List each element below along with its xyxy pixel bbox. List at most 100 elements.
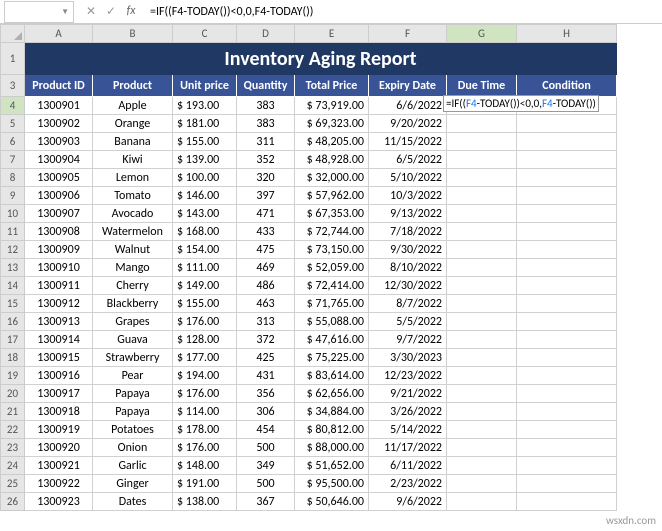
cell-quantity[interactable]: 397 xyxy=(237,187,295,205)
cell-product[interactable]: Avocado xyxy=(93,205,173,223)
cell-unit-price[interactable]: $ 176.00 xyxy=(173,313,237,331)
cell-total-price[interactable]: $ 71,765.00 xyxy=(295,295,369,313)
cell-product[interactable]: Walnut xyxy=(93,241,173,259)
row-header[interactable]: 24 xyxy=(1,457,25,475)
cell-quantity[interactable]: 500 xyxy=(237,475,295,493)
row-header[interactable]: 23 xyxy=(1,439,25,457)
cell-condition[interactable] xyxy=(517,475,617,493)
spreadsheet-grid[interactable]: A B C D E F G H 1 Inventory Aging Report… xyxy=(0,24,662,511)
cell-condition[interactable] xyxy=(517,151,617,169)
cell-expiry-date[interactable]: 11/15/2022 xyxy=(369,133,447,151)
cell-product-id[interactable]: 1300901 xyxy=(25,97,93,115)
cell-product[interactable]: Watermelon xyxy=(93,223,173,241)
cell-total-price[interactable]: $ 48,928.00 xyxy=(295,151,369,169)
cell-product[interactable]: Mango xyxy=(93,259,173,277)
cell-expiry-date[interactable]: 5/10/2022 xyxy=(369,169,447,187)
cell-quantity[interactable]: 349 xyxy=(237,457,295,475)
row-header[interactable]: 13 xyxy=(1,259,25,277)
cell-expiry-date[interactable]: 9/6/2022 xyxy=(369,493,447,511)
cell-condition[interactable] xyxy=(517,187,617,205)
col-header-G[interactable]: G xyxy=(447,25,517,43)
cell-unit-price[interactable]: $ 128.00 xyxy=(173,331,237,349)
cell-expiry-date[interactable]: 12/30/2022 xyxy=(369,277,447,295)
cell-due-time[interactable] xyxy=(447,493,517,511)
row-header[interactable]: 15 xyxy=(1,295,25,313)
cell-quantity[interactable]: 383 xyxy=(237,115,295,133)
row-header[interactable]: 17 xyxy=(1,331,25,349)
cell-unit-price[interactable]: $ 155.00 xyxy=(173,295,237,313)
cell-unit-price[interactable]: $ 178.00 xyxy=(173,421,237,439)
cell-total-price[interactable]: $ 72,744.00 xyxy=(295,223,369,241)
cell-unit-price[interactable]: $ 154.00 xyxy=(173,241,237,259)
row-header[interactable]: 7 xyxy=(1,151,25,169)
cell-unit-price[interactable]: $ 181.00 xyxy=(173,115,237,133)
cell-condition[interactable] xyxy=(517,403,617,421)
cell-total-price[interactable]: $ 51,652.00 xyxy=(295,457,369,475)
cell-unit-price[interactable]: $ 193.00 xyxy=(173,97,237,115)
name-box[interactable]: ▼ xyxy=(4,1,74,23)
cell-quantity[interactable]: 356 xyxy=(237,385,295,403)
cell-product[interactable]: Blackberry xyxy=(93,295,173,313)
cell-condition[interactable] xyxy=(517,133,617,151)
row-header[interactable]: 21 xyxy=(1,403,25,421)
cell-product[interactable]: Tomato xyxy=(93,187,173,205)
cell-total-price[interactable]: $ 47,616.00 xyxy=(295,331,369,349)
cell-condition[interactable] xyxy=(517,223,617,241)
cell-unit-price[interactable]: $ 176.00 xyxy=(173,439,237,457)
row-header[interactable]: 22 xyxy=(1,421,25,439)
cell-total-price[interactable]: $ 48,205.00 xyxy=(295,133,369,151)
cell-total-price[interactable]: $ 69,323.00 xyxy=(295,115,369,133)
cell-due-time[interactable] xyxy=(447,259,517,277)
row-header[interactable]: 20 xyxy=(1,385,25,403)
cell-product[interactable]: Dates xyxy=(93,493,173,511)
row-header[interactable]: 14 xyxy=(1,277,25,295)
cell-expiry-date[interactable]: 9/13/2022 xyxy=(369,205,447,223)
cell-condition[interactable] xyxy=(517,259,617,277)
cell-product-id[interactable]: 1300906 xyxy=(25,187,93,205)
cell-condition[interactable] xyxy=(517,493,617,511)
cell-condition[interactable] xyxy=(517,385,617,403)
cell-total-price[interactable]: $ 73,919.00 xyxy=(295,97,369,115)
cell-condition[interactable] xyxy=(517,295,617,313)
cell-product-id[interactable]: 1300907 xyxy=(25,205,93,223)
col-header-C[interactable]: C xyxy=(173,25,237,43)
cell-due-time[interactable] xyxy=(447,367,517,385)
cell-expiry-date[interactable]: 3/26/2022 xyxy=(369,403,447,421)
cell-product-id[interactable]: 1300922 xyxy=(25,475,93,493)
cell-product-id[interactable]: 1300921 xyxy=(25,457,93,475)
cell-condition[interactable] xyxy=(517,349,617,367)
row-header[interactable]: 16 xyxy=(1,313,25,331)
cell-total-price[interactable]: $ 55,088.00 xyxy=(295,313,369,331)
cell-expiry-date[interactable]: 12/23/2022 xyxy=(369,367,447,385)
cell-unit-price[interactable]: $ 114.00 xyxy=(173,403,237,421)
cell-quantity[interactable]: 306 xyxy=(237,403,295,421)
cell-expiry-date[interactable]: 9/21/2022 xyxy=(369,385,447,403)
cell-due-time[interactable] xyxy=(447,133,517,151)
cell-due-time[interactable] xyxy=(447,223,517,241)
col-header-D[interactable]: D xyxy=(237,25,295,43)
cell-product-id[interactable]: 1300923 xyxy=(25,493,93,511)
cell-product[interactable]: Ginger xyxy=(93,475,173,493)
cell-product[interactable]: Onion xyxy=(93,439,173,457)
col-header-A[interactable]: A xyxy=(25,25,93,43)
formula-input[interactable]: =IF((F4-TODAY())<0,0,F4-TODAY()) xyxy=(144,0,662,23)
cell-due-time[interactable] xyxy=(447,403,517,421)
row-header[interactable]: 18 xyxy=(1,349,25,367)
row-header[interactable]: 26 xyxy=(1,493,25,511)
col-header-H[interactable]: H xyxy=(517,25,617,43)
cell-due-time[interactable] xyxy=(447,205,517,223)
cell-total-price[interactable]: $ 57,962.00 xyxy=(295,187,369,205)
cell-total-price[interactable]: $ 95,500.00 xyxy=(295,475,369,493)
cell-product-id[interactable]: 1300913 xyxy=(25,313,93,331)
row-header[interactable]: 6 xyxy=(1,133,25,151)
hdr-product-id[interactable]: Product ID xyxy=(25,75,93,97)
cell-product-id[interactable]: 1300908 xyxy=(25,223,93,241)
cell-condition[interactable] xyxy=(517,331,617,349)
cell-product[interactable]: Papaya xyxy=(93,385,173,403)
cell-product[interactable]: Kiwi xyxy=(93,151,173,169)
cell-product-id[interactable]: 1300903 xyxy=(25,133,93,151)
insert-function-icon[interactable]: fx xyxy=(124,4,138,19)
cell-unit-price[interactable]: $ 177.00 xyxy=(173,349,237,367)
cell-quantity[interactable]: 454 xyxy=(237,421,295,439)
cell-quantity[interactable]: 486 xyxy=(237,277,295,295)
